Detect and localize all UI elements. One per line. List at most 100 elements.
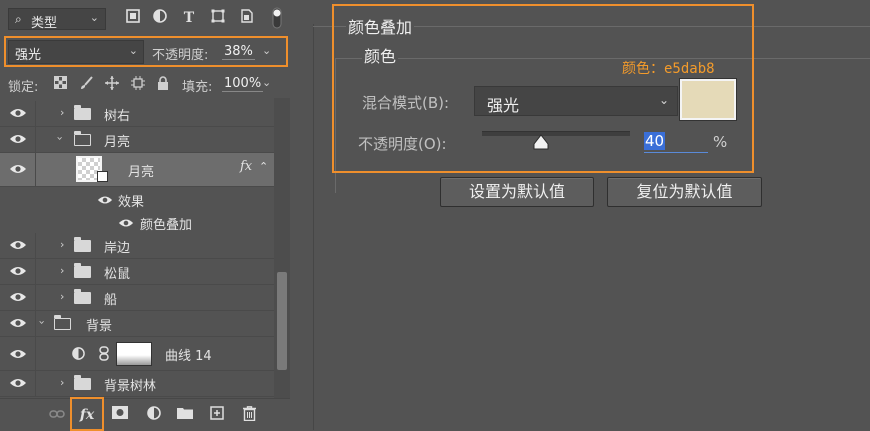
filter-kind-select[interactable]: ⌕ 类型 ⌄ xyxy=(8,8,106,31)
lock-label: 锁定: xyxy=(8,80,39,95)
filter-toggle-icon[interactable] xyxy=(272,7,282,29)
color-overlay-highlight xyxy=(332,4,754,173)
visibility-toggle[interactable] xyxy=(0,259,36,284)
layer-name: 树右 xyxy=(104,109,131,124)
folder-open-icon xyxy=(74,131,91,146)
smart-object-badge-icon xyxy=(97,171,108,182)
new-adjustment-layer-icon[interactable] xyxy=(145,406,163,424)
set-default-button[interactable]: 设置为默认值 xyxy=(440,177,594,207)
eye-icon xyxy=(10,319,26,327)
visibility-toggle[interactable] xyxy=(0,371,36,396)
folder-icon xyxy=(74,289,91,304)
chevron-right-icon[interactable]: › xyxy=(60,264,64,277)
chevron-down-icon[interactable]: ⌄ xyxy=(262,44,271,57)
layer-row[interactable]: › 月亮 xyxy=(0,127,274,153)
layer-row-selected[interactable]: 月亮 fx ⌃ xyxy=(0,153,274,187)
folder-open-icon xyxy=(54,315,71,330)
opacity-input[interactable]: 38% xyxy=(222,44,255,60)
layer-name: 月亮 xyxy=(128,165,155,180)
eye-icon xyxy=(10,293,26,301)
search-icon: ⌕ xyxy=(15,12,22,26)
filter-kind-label: 类型 xyxy=(31,16,58,31)
link-layers-icon[interactable] xyxy=(48,406,66,424)
chevron-up-icon[interactable]: ⌃ xyxy=(259,160,268,173)
layer-name: 背景树林 xyxy=(104,379,157,394)
eye-icon[interactable] xyxy=(97,194,113,206)
layer-name: 曲线 14 xyxy=(165,349,212,364)
folder-icon xyxy=(74,105,91,120)
fx-icon[interactable]: fx xyxy=(240,159,252,174)
effects-label: 效果 xyxy=(118,195,145,210)
fill-label: 填充: xyxy=(182,80,213,95)
visibility-toggle[interactable] xyxy=(0,337,36,370)
type-layer-filter-icon[interactable]: T xyxy=(180,9,198,27)
eye-icon xyxy=(10,350,26,358)
visibility-toggle[interactable] xyxy=(0,233,36,258)
layer-row[interactable]: › 背景 xyxy=(0,311,274,337)
lock-artboard-icon[interactable] xyxy=(130,76,146,92)
pixel-layer-filter-icon[interactable] xyxy=(124,9,142,27)
new-group-folder-icon[interactable] xyxy=(176,406,194,424)
smart-object-filter-icon[interactable] xyxy=(238,9,256,27)
layer-row[interactable]: › 树右 xyxy=(0,101,274,127)
visibility-toggle[interactable] xyxy=(0,153,36,186)
lock-image-pixels-brush-icon[interactable] xyxy=(78,76,94,92)
visibility-toggle[interactable] xyxy=(0,311,36,336)
layer-filter-bar: ⌕ 类型 ⌄ T xyxy=(0,0,290,36)
chevron-right-icon[interactable]: › xyxy=(60,376,64,389)
blend-opacity-bar: 强光 ⌄ 不透明度: 38% ⌄ xyxy=(0,36,290,68)
visibility-toggle[interactable] xyxy=(0,101,36,126)
opacity-label: 不透明度: xyxy=(152,48,209,63)
add-mask-icon[interactable] xyxy=(111,406,129,424)
chevron-down-icon: ⌄ xyxy=(128,44,138,57)
eye-icon xyxy=(10,241,26,249)
chevron-right-icon[interactable]: › xyxy=(60,238,64,251)
chevron-down-icon[interactable]: › xyxy=(36,320,49,324)
chevron-down-icon[interactable]: ⌄ xyxy=(262,76,271,89)
new-layer-icon[interactable] xyxy=(208,406,226,424)
shape-layer-filter-icon[interactable] xyxy=(209,9,227,27)
lock-fill-bar: 锁定: 填充: 100% ⌄ xyxy=(0,70,290,98)
adjustment-layer-icon xyxy=(72,347,85,360)
chevron-down-icon: ⌄ xyxy=(89,11,99,24)
layer-name: 松鼠 xyxy=(104,267,131,282)
layer-list: › 树右 › 月亮 月亮 fx ⌃ 效果 颜色叠加 › 岸边 › 松鼠 › 船 … xyxy=(0,100,274,398)
eye-icon xyxy=(10,165,26,173)
chevron-right-icon[interactable]: › xyxy=(60,290,64,303)
layer-name: 背景 xyxy=(86,319,113,334)
folder-icon xyxy=(74,237,91,252)
visibility-toggle[interactable] xyxy=(0,285,36,310)
eye-icon xyxy=(10,379,26,387)
blend-mode-value: 强光 xyxy=(15,48,42,63)
layer-row[interactable]: › 船 xyxy=(0,285,274,311)
adjustment-layer-filter-icon[interactable] xyxy=(151,9,169,27)
chevron-down-icon[interactable]: › xyxy=(54,136,67,140)
layer-blend-mode-select[interactable]: 强光 ⌄ xyxy=(8,40,144,64)
lock-all-icon[interactable] xyxy=(155,76,171,92)
chevron-right-icon[interactable]: › xyxy=(60,106,64,119)
link-icon[interactable] xyxy=(99,346,109,361)
lock-transparent-pixels-icon[interactable] xyxy=(52,76,68,92)
layer-name: 船 xyxy=(104,293,118,308)
fx-icon[interactable]: fx xyxy=(78,406,96,424)
visibility-toggle[interactable] xyxy=(0,127,36,152)
eye-icon xyxy=(10,267,26,275)
layer-row[interactable]: › 背景树林 xyxy=(0,371,274,397)
layers-panel: ⌕ 类型 ⌄ T 强光 ⌄ 不透明度: 38% ⌄ 锁定: 填充: 100% ⌄… xyxy=(0,0,290,431)
lock-position-move-icon[interactable] xyxy=(104,76,120,92)
layer-mask-thumbnail[interactable] xyxy=(116,342,152,366)
eye-icon[interactable] xyxy=(118,217,134,229)
layer-name: 月亮 xyxy=(104,135,131,150)
layer-row[interactable]: › 松鼠 xyxy=(0,259,274,285)
trash-icon[interactable] xyxy=(240,406,258,424)
fill-input[interactable]: 100% xyxy=(222,76,264,92)
eye-icon xyxy=(10,135,26,143)
folder-icon xyxy=(74,375,91,390)
eye-icon xyxy=(10,109,26,117)
layer-row[interactable]: › 岸边 xyxy=(0,233,274,259)
scrollbar-thumb[interactable] xyxy=(277,272,287,370)
panel-divider xyxy=(313,24,314,430)
reset-default-button[interactable]: 复位为默认值 xyxy=(607,177,762,207)
layers-bottom-toolbar: fx xyxy=(0,397,290,431)
layer-row[interactable]: 曲线 14 xyxy=(0,337,274,371)
